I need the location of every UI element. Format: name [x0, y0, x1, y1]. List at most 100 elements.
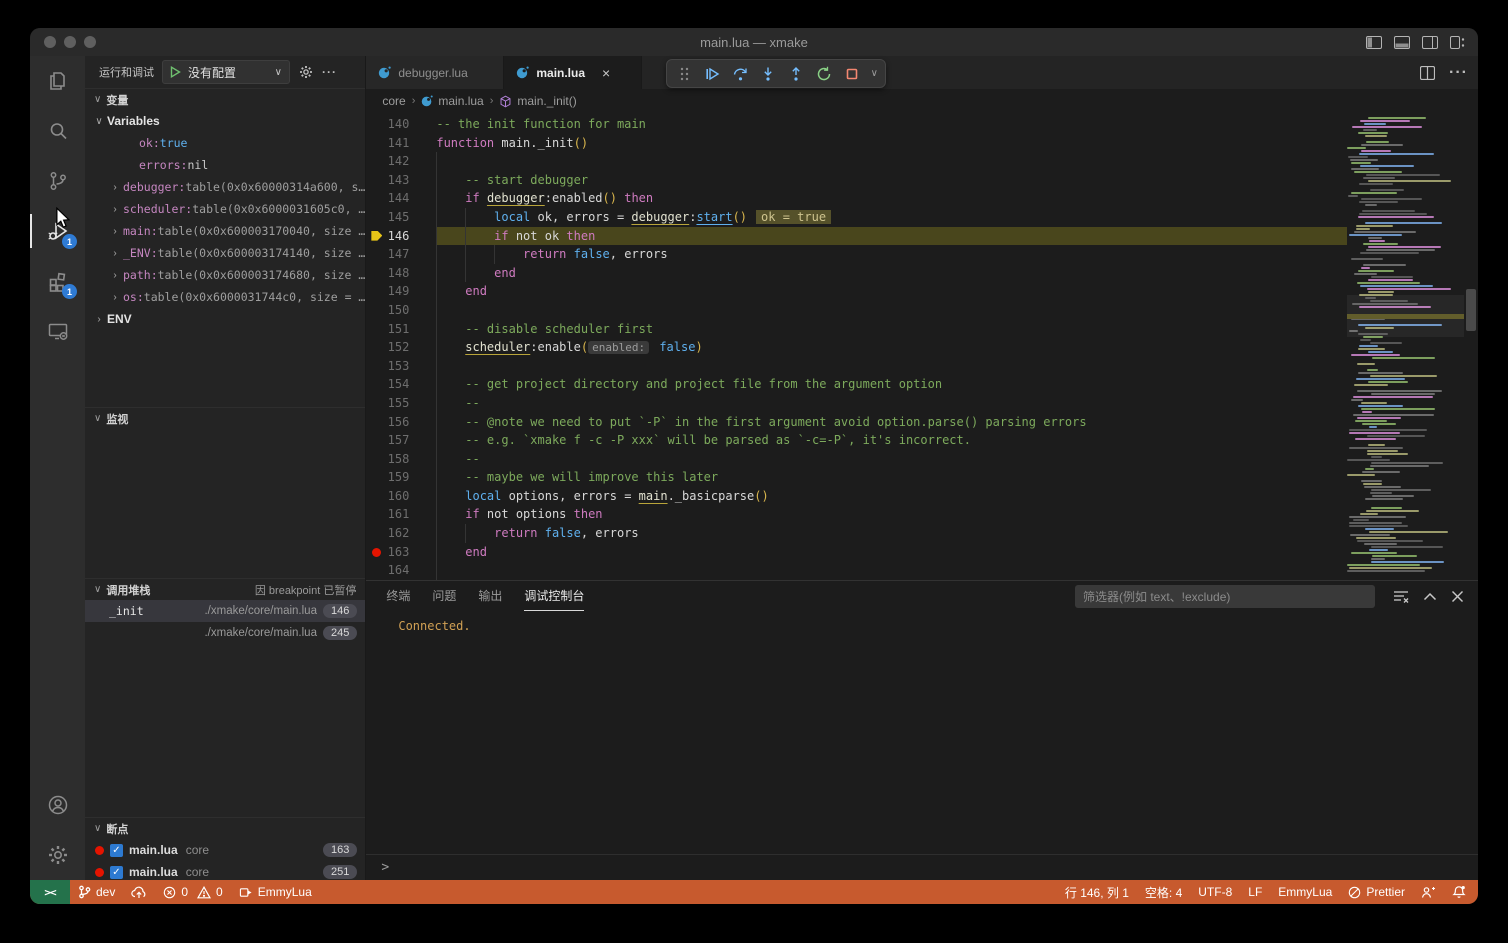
line-number[interactable]: 140 — [366, 115, 436, 134]
code-line[interactable]: 140-- the init function for main — [366, 115, 1347, 134]
code-line[interactable]: 145 local ok, errors = debugger:start()o… — [366, 208, 1347, 227]
encoding-status[interactable]: UTF-8 — [1190, 880, 1240, 904]
code-line[interactable]: 163 end — [366, 543, 1347, 562]
code-line[interactable]: 146 if not ok then — [366, 227, 1347, 246]
split-editor-icon[interactable] — [1420, 66, 1435, 80]
breadcrumb-folder[interactable]: core — [382, 94, 405, 108]
customize-layout-icon[interactable] — [1450, 36, 1466, 49]
close-panel-icon[interactable] — [1451, 590, 1464, 603]
code-line[interactable]: 155 -- — [366, 394, 1347, 413]
feedback-button[interactable] — [1413, 880, 1444, 904]
continue-button[interactable] — [699, 61, 725, 87]
line-number[interactable]: 145 — [366, 208, 436, 227]
code-line[interactable]: 159 -- maybe we will improve this later — [366, 468, 1347, 487]
indentation-status[interactable]: 空格: 4 — [1137, 880, 1190, 904]
line-number[interactable]: 152 — [366, 338, 436, 357]
line-number[interactable]: 142 — [366, 152, 436, 171]
clear-console-icon[interactable] — [1393, 589, 1409, 604]
tab-main-lua[interactable]: main.lua × — [504, 56, 642, 89]
zoom-window-button[interactable] — [84, 36, 96, 48]
line-number[interactable]: 154 — [366, 375, 436, 394]
code-line[interactable]: 160 local options, errors = main._basicp… — [366, 487, 1347, 506]
line-number[interactable]: 143 — [366, 171, 436, 190]
line-number[interactable]: 163 — [366, 543, 436, 562]
debug-session-status[interactable]: EmmyLua — [231, 880, 320, 904]
sidebar-item-remote-explorer[interactable] — [30, 306, 85, 356]
toggle-secondary-sidebar-icon[interactable] — [1422, 36, 1438, 49]
variable-row[interactable]: errors: nil — [85, 154, 365, 176]
line-number[interactable]: 147 — [366, 245, 436, 264]
code-line[interactable]: 150 — [366, 301, 1347, 320]
debug-config-dropdown[interactable]: 没有配置 ∨ — [162, 60, 290, 84]
callstack-section-header[interactable]: ∨ 调用堆栈 因 breakpoint 已暂停 — [85, 578, 365, 600]
variable-row[interactable]: ›_ENV: table(0x0x600003174140, size … — [85, 242, 365, 264]
line-number[interactable]: 161 — [366, 505, 436, 524]
remote-indicator[interactable]: >< — [30, 880, 70, 904]
code-line[interactable]: 149 end — [366, 282, 1347, 301]
code-line[interactable]: 154 -- get project directory and project… — [366, 375, 1347, 394]
line-number[interactable]: 156 — [366, 413, 436, 432]
cursor-position-status[interactable]: 行 146, 列 1 — [1057, 880, 1137, 904]
line-number[interactable]: 148 — [366, 264, 436, 283]
breakpoints-section-header[interactable]: ∨ 断点 — [85, 817, 365, 839]
line-number[interactable]: 146 — [366, 227, 436, 246]
editor-scrollbar[interactable] — [1464, 113, 1478, 580]
breakpoint-checkbox[interactable]: ✓ — [110, 866, 123, 879]
tab-terminal[interactable]: 终端 — [386, 581, 410, 611]
sync-changes-button[interactable] — [123, 880, 155, 904]
close-tab-icon[interactable]: × — [602, 65, 610, 81]
breakpoint-row[interactable]: ✓main.luacore163 — [85, 839, 365, 861]
minimize-window-button[interactable] — [64, 36, 76, 48]
line-number[interactable]: 162 — [366, 524, 436, 543]
account-button[interactable] — [30, 780, 85, 830]
variables-scope-row[interactable]: ∨Variables — [85, 110, 365, 132]
watch-section-header[interactable]: ∨ 监视 — [85, 407, 365, 429]
variable-row[interactable]: ›path: table(0x0x600003174680, size … — [85, 264, 365, 286]
callstack-frame[interactable]: ./xmake/core/main.lua245 — [85, 622, 365, 644]
toggle-panel-icon[interactable] — [1394, 36, 1410, 49]
code-line[interactable]: 158 -- — [366, 450, 1347, 469]
sidebar-item-source-control[interactable] — [30, 156, 85, 206]
sidebar-item-search[interactable] — [30, 106, 85, 156]
notifications-button[interactable] — [1444, 880, 1478, 904]
debug-console-input[interactable]: > — [366, 854, 1478, 880]
toggle-primary-sidebar-icon[interactable] — [1366, 36, 1382, 49]
line-number[interactable]: 155 — [366, 394, 436, 413]
console-filter-input[interactable]: 筛选器(例如 text、!exclude) — [1075, 585, 1375, 608]
variable-row[interactable]: ›debugger: table(0x0x60000314a600, s… — [85, 176, 365, 198]
line-number[interactable]: 160 — [366, 487, 436, 506]
line-number[interactable]: 164 — [366, 561, 436, 580]
code-line[interactable]: 153 — [366, 357, 1347, 376]
maximize-panel-icon[interactable] — [1423, 592, 1437, 601]
line-number[interactable]: 144 — [366, 189, 436, 208]
breakpoint-row[interactable]: ✓main.luacore251 — [85, 861, 365, 880]
code-line[interactable]: 161 if not options then — [366, 505, 1347, 524]
line-number[interactable]: 153 — [366, 357, 436, 376]
step-into-button[interactable] — [755, 61, 781, 87]
code-line[interactable]: 157 -- e.g. `xmake f -c -P xxx` will be … — [366, 431, 1347, 450]
code-line[interactable]: 148 end — [366, 264, 1347, 283]
scrollbar-handle[interactable] — [1466, 289, 1476, 331]
tab-problems[interactable]: 问题 — [432, 581, 456, 611]
line-number[interactable]: 149 — [366, 282, 436, 301]
line-number[interactable]: 158 — [366, 450, 436, 469]
stop-button[interactable] — [839, 61, 865, 87]
variable-row[interactable]: ›scheduler: table(0x0x6000031605c0, … — [85, 198, 365, 220]
settings-button[interactable] — [30, 830, 85, 880]
minimap-slider[interactable] — [1347, 295, 1464, 337]
variables-section-header[interactable]: ∨ 变量 — [85, 88, 365, 110]
code-line[interactable]: 164 — [366, 561, 1347, 580]
code-line[interactable]: 147 return false, errors — [366, 245, 1347, 264]
eol-status[interactable]: LF — [1240, 880, 1270, 904]
line-number[interactable]: 151 — [366, 320, 436, 339]
line-number[interactable]: 150 — [366, 301, 436, 320]
tab-debugger-lua[interactable]: debugger.lua — [366, 56, 504, 89]
language-mode-status[interactable]: EmmyLua — [1270, 880, 1340, 904]
branch-status[interactable]: dev — [70, 880, 123, 904]
breakpoint-checkbox[interactable]: ✓ — [110, 844, 123, 857]
variable-row[interactable]: ›main: table(0x0x600003170040, size … — [85, 220, 365, 242]
code-editor[interactable]: 140-- the init function for main141funct… — [366, 113, 1478, 580]
tab-output[interactable]: 输出 — [478, 581, 502, 611]
start-debug-icon[interactable] — [170, 66, 181, 78]
line-number[interactable]: 141 — [366, 134, 436, 153]
